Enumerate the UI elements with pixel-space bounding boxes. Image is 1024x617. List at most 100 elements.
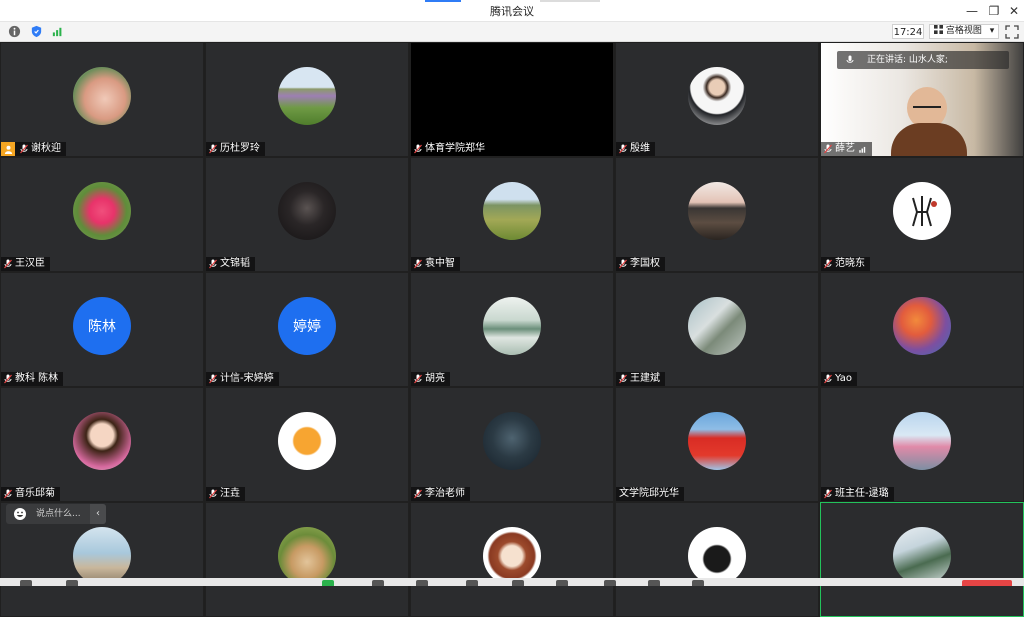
- participant-name: 文学院邱光华: [619, 488, 679, 499]
- participant-avatar: [278, 66, 336, 125]
- participant-tile[interactable]: 文学院邱光华: [615, 387, 819, 502]
- participant-tile[interactable]: 李国权: [615, 157, 819, 272]
- participant-namebar: 胡亮: [411, 372, 450, 386]
- participant-avatar: [483, 526, 541, 585]
- participant-tile[interactable]: 音乐邱菊: [0, 387, 204, 502]
- participant-grid: 谢秋迎 历杜罗玲 体育学院郑华 殷维 正在讲话: 山水人家; 薛艺 王汉臣 文锦…: [0, 42, 1024, 617]
- participant-tile[interactable]: 王建斌: [615, 272, 819, 387]
- window-title: 腾讯会议: [490, 5, 534, 18]
- participant-avatar: [688, 296, 746, 355]
- participant-tile[interactable]: 谢秋迎: [0, 42, 204, 157]
- participant-tile-speaking[interactable]: 正在讲话: 山水人家; 薛艺: [820, 42, 1024, 157]
- microphone-muted-icon: [209, 259, 217, 269]
- participant-namebar: 历杜罗玲: [206, 142, 265, 156]
- participant-tile[interactable]: 殷维: [615, 42, 819, 157]
- participant-name: 薛艺: [835, 143, 855, 154]
- title-accent: [425, 0, 461, 2]
- participant-name: 汪垚: [220, 488, 240, 499]
- apps-button[interactable]: [604, 580, 616, 586]
- signal-icon[interactable]: [51, 25, 64, 38]
- participant-tile[interactable]: 王汉臣: [0, 157, 204, 272]
- leave-meeting-button[interactable]: [962, 580, 1012, 586]
- share-screen-button[interactable]: [322, 580, 334, 586]
- title-accent-2: [540, 0, 600, 2]
- emoji-icon[interactable]: [13, 507, 27, 521]
- participant-avatar: [278, 526, 336, 585]
- participant-namebar: 文锦韬: [206, 257, 255, 271]
- microphone-muted-icon: [619, 259, 627, 269]
- fullscreen-icon[interactable]: [1005, 25, 1019, 39]
- participant-namebar: 殷维: [616, 142, 655, 156]
- participant-name: 李治老师: [425, 488, 465, 499]
- participant-avatar: [73, 181, 131, 240]
- participant-name: 范晓东: [835, 258, 865, 269]
- participant-namebar: 计信-宋婷婷: [206, 372, 279, 386]
- info-icon[interactable]: [8, 25, 21, 38]
- settings-button[interactable]: [692, 580, 704, 586]
- participant-namebar: 范晓东: [821, 257, 870, 271]
- participant-tile[interactable]: 胡亮: [410, 272, 614, 387]
- signal-icon: [859, 146, 866, 153]
- participant-namebar: 谢秋迎: [1, 142, 66, 156]
- speaking-indicator: 正在讲话: 山水人家;: [837, 51, 1009, 69]
- title-bar: 腾讯会议 — ❐ ✕: [0, 0, 1024, 22]
- participant-tile[interactable]: 汪垚: [205, 387, 409, 502]
- invite-button[interactable]: [466, 580, 478, 586]
- participant-name: 王汉臣: [15, 258, 45, 269]
- view-mode-label: 宫格视图: [945, 26, 982, 36]
- microphone-muted-icon: [824, 374, 832, 384]
- participant-namebar: 王汉臣: [1, 257, 50, 271]
- video-body: [891, 123, 967, 156]
- participant-name: 李国权: [630, 258, 660, 269]
- documents-button[interactable]: [648, 580, 660, 586]
- collapse-chat-button[interactable]: ‹: [90, 504, 106, 524]
- shield-icon[interactable]: [30, 25, 43, 38]
- view-mode-button[interactable]: 宫格视图 ▾: [929, 24, 999, 39]
- participant-tile[interactable]: 体育学院郑华: [410, 42, 614, 157]
- close-button[interactable]: ✕: [1004, 2, 1024, 20]
- participant-name: 计信-宋婷婷: [220, 373, 274, 384]
- microphone-muted-icon: [824, 259, 832, 269]
- participant-avatar: [688, 66, 746, 125]
- participant-tile[interactable]: [205, 502, 409, 617]
- grid-icon: [934, 25, 943, 34]
- meeting-toolbar: 17:24 宫格视图 ▾: [0, 22, 1024, 42]
- participant-avatar: [893, 181, 951, 240]
- record-button[interactable]: [556, 580, 568, 586]
- participant-tile[interactable]: [410, 502, 614, 617]
- participant-tile[interactable]: 班主任-逯璐: [820, 387, 1024, 502]
- participant-tile[interactable]: 陈林 教科 陈林: [0, 272, 204, 387]
- participant-avatar: [688, 181, 746, 240]
- microphone-muted-icon: [824, 144, 832, 154]
- participant-tile-selected[interactable]: [820, 502, 1024, 617]
- restore-button[interactable]: ❐: [984, 2, 1004, 20]
- minimize-button[interactable]: —: [962, 2, 982, 20]
- participant-namebar: 音乐邱菊: [1, 487, 60, 501]
- chat-button[interactable]: [512, 580, 524, 586]
- participant-namebar: 李治老师: [411, 487, 470, 501]
- microphone-muted-icon: [619, 374, 627, 384]
- participant-tile[interactable]: 袁中智: [410, 157, 614, 272]
- participant-name: 文锦韬: [220, 258, 250, 269]
- microphone-icon: [846, 55, 854, 63]
- microphone-muted-icon: [414, 144, 422, 154]
- participant-tile[interactable]: 文锦韬: [205, 157, 409, 272]
- chat-input[interactable]: 说点什么... ‹: [6, 504, 106, 524]
- participant-tile[interactable]: Yao: [820, 272, 1024, 387]
- participant-tile[interactable]: 婷婷 计信-宋婷婷: [205, 272, 409, 387]
- participant-tile[interactable]: 历杜罗玲: [205, 42, 409, 157]
- participant-tile[interactable]: 李治老师: [410, 387, 614, 502]
- participant-tile[interactable]: [615, 502, 819, 617]
- participant-avatar: [688, 411, 746, 470]
- camera-button[interactable]: [66, 580, 78, 586]
- participant-name: 王建斌: [630, 373, 660, 384]
- microphone-muted-icon: [414, 374, 422, 384]
- participant-avatar: [483, 411, 541, 470]
- participant-tile[interactable]: 范晓东: [820, 157, 1024, 272]
- participant-namebar: 李国权: [616, 257, 665, 271]
- security-button[interactable]: [372, 580, 384, 586]
- members-button[interactable]: [416, 580, 428, 586]
- microphone-muted-icon: [414, 489, 422, 499]
- participant-name: 谢秋迎: [31, 143, 61, 154]
- microphone-button[interactable]: [20, 580, 32, 586]
